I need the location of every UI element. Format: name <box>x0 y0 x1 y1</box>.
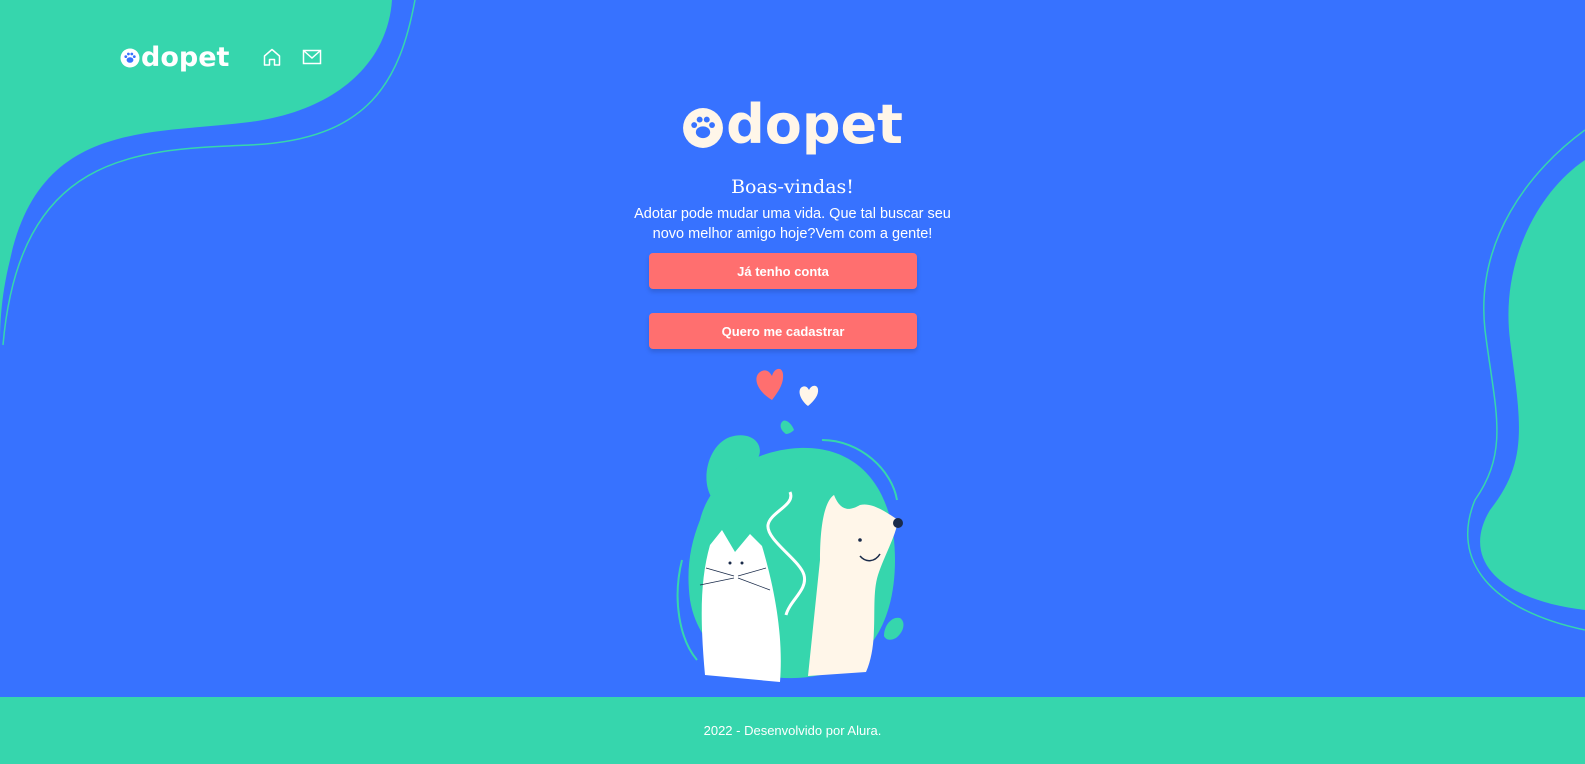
dog-nose <box>893 518 903 528</box>
home-icon[interactable] <box>262 47 282 67</box>
drop-green-icon <box>780 420 794 434</box>
cat-and-dog-illustration <box>676 368 904 682</box>
subtitle-line-1: Adotar pode mudar uma vida. Que tal busc… <box>634 206 951 222</box>
signup-button[interactable]: Quero me cadastrar <box>649 313 917 349</box>
header-nav <box>262 47 322 67</box>
hero-logo-text: dopet <box>726 93 903 156</box>
dog-eye <box>858 538 862 542</box>
green-blob-right <box>884 617 904 640</box>
paw-icon <box>120 48 140 68</box>
paw-icon <box>683 108 724 148</box>
cat-eye-right <box>740 561 744 565</box>
cat-eye-left <box>728 561 732 565</box>
hero-logo: dopet <box>682 98 903 152</box>
footer: 2022 - Desenvolvido por Alura. <box>0 697 1585 764</box>
login-button[interactable]: Já tenho conta <box>649 253 917 289</box>
heart-cream-icon <box>799 385 819 406</box>
subtitle-line-2: novo melhor amigo hoje?Vem com a gente! <box>652 226 933 242</box>
header-logo[interactable]: dopet <box>120 44 229 71</box>
welcome-subtitle: Adotar pode mudar uma vida. Que tal busc… <box>0 204 1585 244</box>
mail-icon[interactable] <box>302 47 322 67</box>
welcome-heading: Boas-vindas! <box>731 176 854 198</box>
footer-text: 2022 - Desenvolvido por Alura. <box>703 723 882 738</box>
hero: dopet <box>0 98 1585 153</box>
header-logo-text: dopet <box>141 41 230 73</box>
header: dopet <box>120 42 322 72</box>
heart-red-icon <box>756 368 784 400</box>
